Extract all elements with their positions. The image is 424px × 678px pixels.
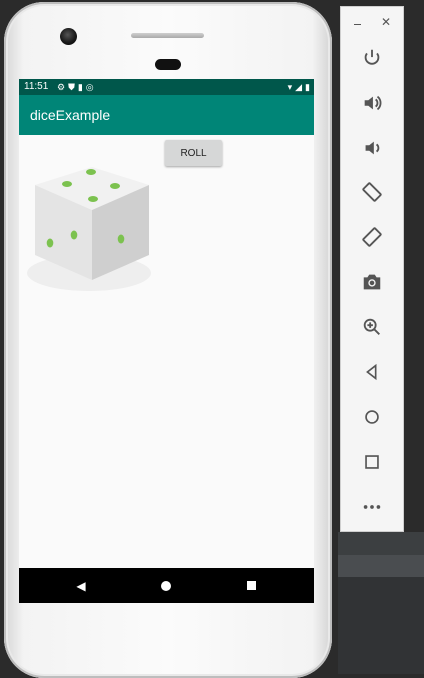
camera-icon [60, 28, 77, 45]
earpiece-speaker [131, 33, 204, 38]
rotate-left-icon[interactable] [357, 177, 387, 207]
shield-icon: ⛊ [68, 82, 75, 92]
device-screen: 11:51 ⚙ ⛊ ▮ ◎ ▾ ◢ ▮ diceExample ROLL ◀ [19, 79, 314, 603]
home-circle-icon[interactable] [357, 402, 387, 432]
emulator-toolbar: ✕ [340, 6, 404, 532]
back-icon[interactable]: ◀ [66, 568, 96, 603]
rotate-right-icon[interactable] [357, 222, 387, 252]
nav-bar: ◀ [19, 568, 314, 603]
ide-background-panel [338, 577, 424, 674]
zoom-icon[interactable] [357, 312, 387, 342]
app-title: diceExample [30, 107, 111, 123]
battery-icon: ▮ [305, 82, 310, 92]
signal-icon: ◢ [295, 82, 303, 92]
data-saver-icon: ◎ [85, 82, 94, 92]
wifi-icon: ▾ [287, 82, 293, 92]
close-icon[interactable]: ✕ [381, 15, 391, 29]
power-icon[interactable] [357, 43, 387, 73]
gear-icon: ⚙ [57, 82, 66, 92]
volume-down-icon[interactable] [357, 133, 387, 163]
sd-card-icon: ▮ [77, 82, 83, 92]
home-icon[interactable] [151, 568, 181, 603]
volume-up-icon[interactable] [357, 88, 387, 118]
ide-background-strip [338, 555, 424, 577]
more-icon[interactable] [357, 492, 387, 522]
recents-icon[interactable] [236, 568, 266, 603]
status-bar: 11:51 ⚙ ⛊ ▮ ◎ ▾ ◢ ▮ [19, 79, 314, 95]
app-bar: diceExample [19, 95, 314, 135]
proximity-sensor [155, 59, 181, 70]
dice-icon [27, 167, 151, 291]
roll-button[interactable]: ROLL [165, 140, 222, 166]
camera-screenshot-icon[interactable] [357, 267, 387, 297]
overview-square-icon[interactable] [357, 447, 387, 477]
status-time: 11:51 [24, 81, 49, 92]
minimize-icon[interactable] [354, 24, 361, 25]
back-triangle-icon[interactable] [357, 357, 387, 387]
